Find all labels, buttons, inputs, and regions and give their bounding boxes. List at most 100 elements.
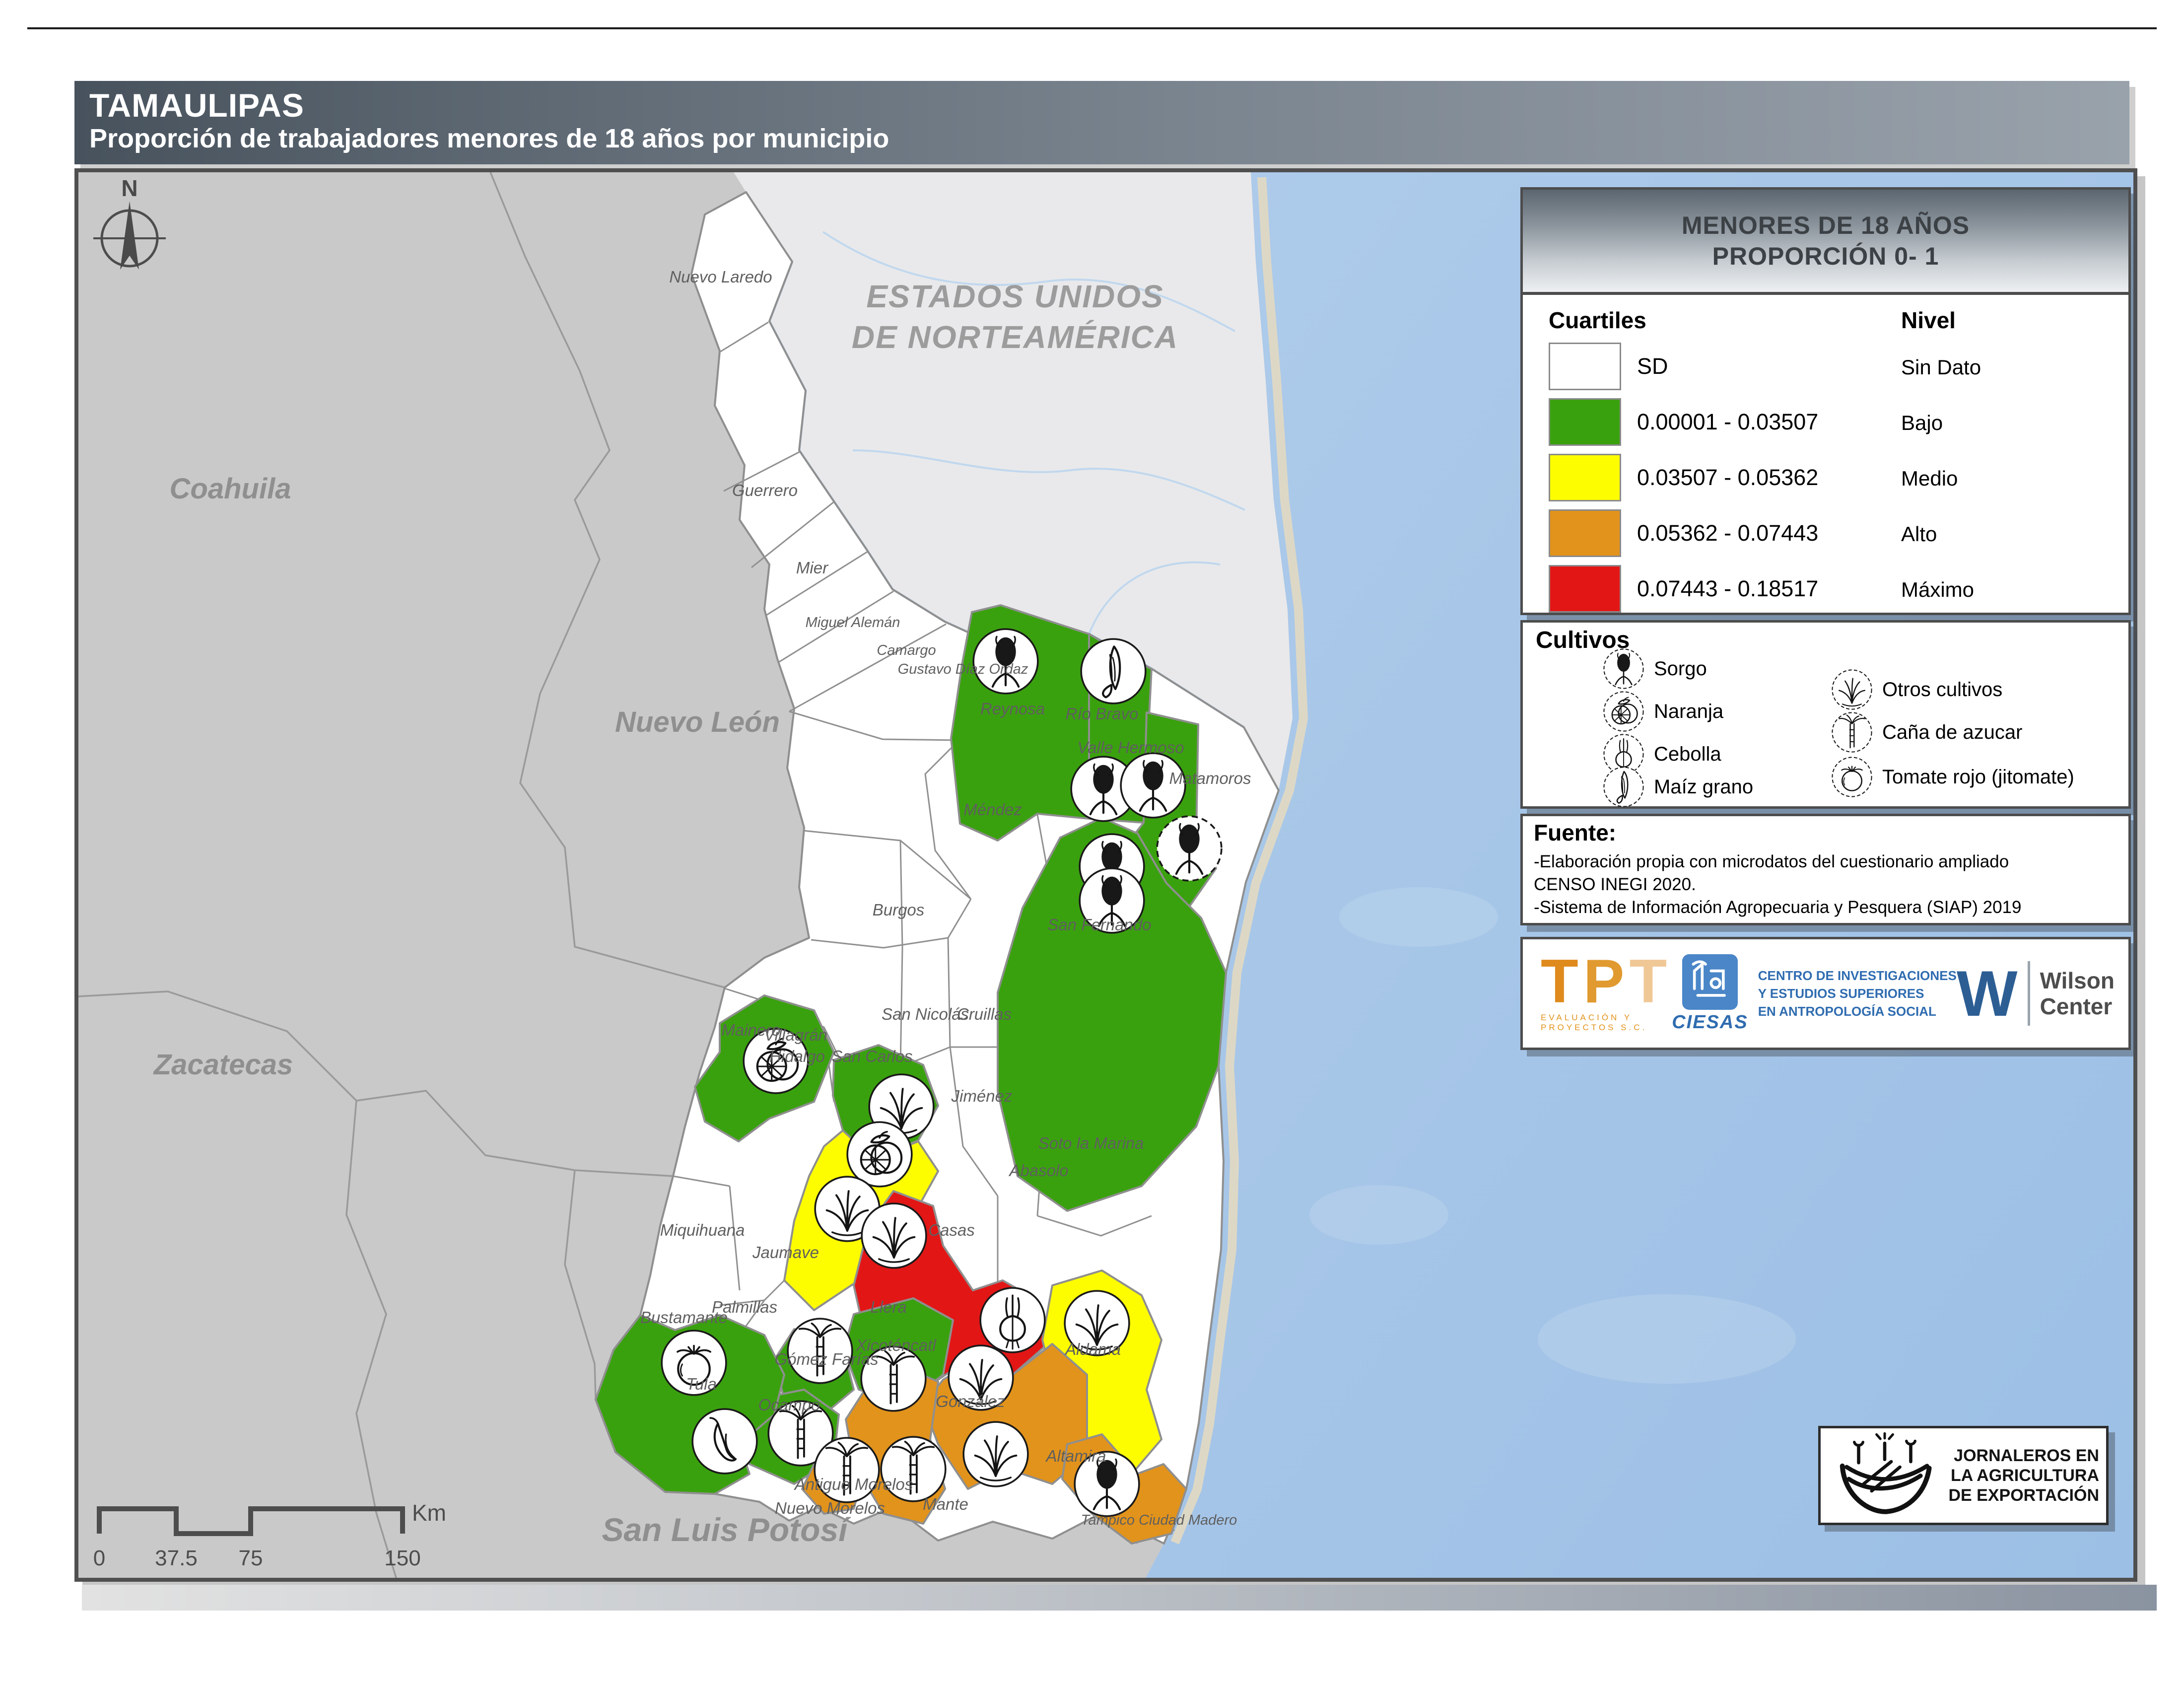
level-bajo: Bajo (1901, 411, 1943, 435)
scale-unit: Km (412, 1500, 446, 1526)
naranja-icon (1602, 690, 1645, 733)
logos-panel: TPT EVALUACIÓN Y PROYECTOS S.C. CIESAS C… (1520, 937, 2131, 1050)
chile-icon (692, 1409, 757, 1474)
ciesas-wordmark: CIESAS (1672, 1012, 1748, 1033)
maiz-grano-icon (1081, 639, 1146, 703)
tomate-rojo-icon (1831, 756, 1873, 798)
jornaleros-line: JORNALEROS EN (1947, 1446, 2099, 1466)
level-maximo: Máximo (1901, 578, 1974, 602)
label-abasolo: Abasolo (1008, 1161, 1068, 1180)
swatch-alto (1549, 509, 1621, 557)
legend-col-cuartiles: Cuartiles (1549, 307, 1646, 334)
otros-cultivos-icon (1831, 668, 1873, 711)
label-antiguo-morelos: Antiguo Morelos (794, 1475, 913, 1493)
ciesas-line: Y ESTUDIOS SUPERIORES (1758, 985, 1957, 1002)
wilson-w-mark: W (1957, 964, 2018, 1023)
jornaleros-line: DE EXPORTACIÓN (1947, 1485, 2099, 1505)
scale-tick-37: 37.5 (155, 1546, 198, 1570)
cultivo-cana: Caña de azucar (1831, 711, 2022, 754)
scale-tick-0: 0 (93, 1546, 105, 1570)
fuente-line1: -Elaboración propia con microdatos del c… (1534, 852, 2009, 872)
range-medio: 0.03507 - 0.05362 (1637, 465, 1818, 491)
legend-row-maximo: 0.07443 - 0.18517 (1549, 565, 1818, 613)
wilson-name-line: Wilson (2040, 968, 2115, 993)
label-gustavo-diaz-ordaz: Gustavo Díaz Ordaz (898, 661, 1028, 677)
label-villagran: Villagrán (764, 1026, 827, 1044)
label-san-fernando: San Fernando (1047, 915, 1151, 934)
label-rio-bravo: Río Bravo (1066, 704, 1139, 723)
map-frame: ESTADOS UNIDOS DE NORTEAMÉRICA Coahuila … (74, 168, 2137, 1582)
tpt-logo: TPT EVALUACIÓN Y PROYECTOS S.C. (1541, 954, 1672, 1033)
cultivo-sorgo: Sorgo (1602, 647, 1707, 690)
scale-tick-150: 150 (384, 1546, 420, 1570)
legend-body: Cuartiles Nivel SD Sin Dato 0.00001 - 0.… (1523, 295, 2128, 613)
label-soto-la-marina: Soto la Marina (1038, 1134, 1144, 1152)
wilson-name-line: Center (2040, 993, 2115, 1019)
label-camargo: Camargo (877, 642, 936, 658)
legend-row-medio: 0.03507 - 0.05362 (1549, 454, 1818, 501)
cultivo-label: Cebolla (1654, 743, 1721, 766)
level-sin-dato: Sin Dato (1901, 355, 1981, 379)
legend-header-line2: PROPORCIÓN 0- 1 (1712, 241, 1939, 272)
fuente-panel: Fuente: -Elaboración propia con microdat… (1520, 814, 2131, 925)
title-bar: TAMAULIPAS Proporción de trabajadores me… (74, 81, 2129, 164)
legend-row-alto: 0.05362 - 0.07443 (1549, 509, 1818, 557)
cana-icon (1831, 711, 1873, 754)
ciesas-icon (1682, 954, 1738, 1010)
ciesas-line: CENTRO DE INVESTIGACIONES (1758, 967, 1957, 985)
fuente-line3: -Sistema de Información Agropecuaria y P… (1534, 898, 2021, 917)
label-nuevo-morelos: Nuevo Morelos (775, 1499, 885, 1517)
legend-col-nivel: Nivel (1901, 307, 1956, 334)
label-casas: Casas (928, 1221, 975, 1239)
range-maximo: 0.07443 - 0.18517 (1637, 576, 1818, 602)
label-burgos: Burgos (873, 901, 925, 919)
label-san-nicolas: San Nicolás (882, 1005, 969, 1023)
otros-cultivos-icon (963, 1422, 1028, 1486)
label-palmillas: Palmillas (712, 1298, 777, 1316)
state-label-zacatecas: Zacatecas (153, 1049, 293, 1081)
cultivos-panel: Cultivos Sorgo Naranja Cebolla Maíz gran… (1520, 620, 2131, 809)
label-hidalgo: Hidalgo (769, 1047, 825, 1065)
sorgo-icon (1602, 647, 1645, 690)
legend-row-sd: SD (1549, 343, 1668, 390)
ciesas-line: EN ANTROPOLOGÍA SOCIAL (1758, 1002, 1957, 1020)
ciesas-logo: CIESAS CENTRO DE INVESTIGACIONES Y ESTUD… (1672, 954, 1957, 1033)
label-tula: Tula (686, 1375, 717, 1393)
map-subtitle: Proporción de trabajadores menores de 18… (89, 124, 2129, 153)
jornaleros-line: LA AGRICULTURA (1947, 1466, 2099, 1485)
swatch-maximo (1549, 565, 1621, 613)
label-aldama: Aldama (1064, 1340, 1121, 1358)
swatch-medio (1549, 454, 1621, 501)
state-label-coahuila: Coahuila (170, 473, 291, 505)
cultivo-maiz: Maíz grano (1602, 766, 1753, 808)
label-nuevo-laredo: Nuevo Laredo (669, 268, 772, 286)
label-gonzalez: González (936, 1392, 1005, 1410)
jornaleros-icon (1828, 1432, 1942, 1519)
jornaleros-badge: JORNALEROS EN LA AGRICULTURA DE EXPORTAC… (1818, 1426, 2109, 1525)
range-alto: 0.05362 - 0.07443 (1637, 520, 1818, 546)
country-label-line1: ESTADOS UNIDOS (866, 279, 1163, 314)
range-bajo: 0.00001 - 0.03507 (1637, 409, 1818, 435)
label-mier: Mier (796, 559, 829, 577)
maiz-grano-icon (1602, 766, 1645, 808)
label-miquihuana: Miquihuana (660, 1221, 745, 1239)
cultivo-otros: Otros cultivos (1831, 668, 2002, 711)
legend-header: MENORES DE 18 AÑOS PROPORCIÓN 0- 1 (1523, 190, 2128, 295)
wilson-divider (2028, 961, 2030, 1026)
label-ciudad-madero: Ciudad Madero (1139, 1512, 1237, 1528)
label-altamira: Altamira (1045, 1447, 1106, 1465)
cultivo-label: Naranja (1654, 701, 1723, 723)
naranja-icon (847, 1122, 912, 1187)
label-valle-hermoso: Valle Hermoso (1077, 738, 1184, 757)
level-medio: Medio (1901, 467, 1958, 491)
label-cruillas: Cruillas (957, 1005, 1012, 1023)
label-tampico: Tampico (1081, 1512, 1135, 1528)
cultivo-label: Caña de azucar (1882, 721, 2022, 744)
label-san-carlos: San Carlos (831, 1047, 912, 1065)
page-neatline (27, 27, 2157, 29)
legend-row-bajo: 0.00001 - 0.03507 (1549, 398, 1818, 446)
map-layout-page: TAMAULIPAS Proporción de trabajadores me… (0, 0, 2184, 1688)
range-sd: SD (1637, 353, 1668, 379)
label-gomez-farias: Gómez Farías (774, 1350, 878, 1368)
sorgo-icon (1157, 816, 1222, 881)
